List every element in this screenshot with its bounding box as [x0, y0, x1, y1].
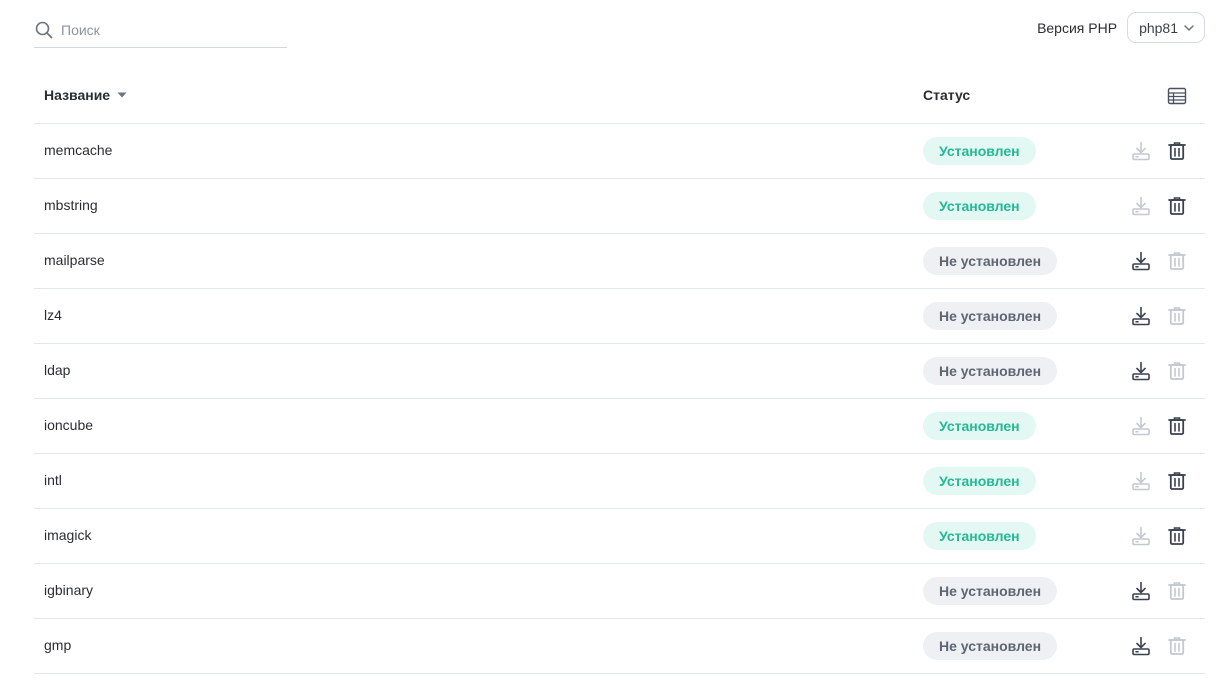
table-row: lz4 Не установлен: [34, 289, 1205, 344]
table-row: mbstring Установлен: [34, 179, 1205, 234]
extensions-table: Название Статус memcache Установлен mbst…: [34, 68, 1205, 674]
install-button[interactable]: [1130, 250, 1152, 272]
trash-icon: [1168, 417, 1186, 435]
trash-icon: [1168, 252, 1186, 270]
table-row: mailparse Не установлен: [34, 234, 1205, 289]
extension-name: intl: [44, 472, 62, 488]
status-badge: Установлен: [923, 412, 1036, 440]
extension-name: lz4: [44, 307, 62, 323]
delete-button[interactable]: [1166, 635, 1188, 657]
status-badge: Установлен: [923, 192, 1036, 220]
extension-name: ioncube: [44, 417, 94, 433]
trash-icon: [1168, 197, 1186, 215]
trash-icon: [1168, 582, 1186, 600]
delete-button[interactable]: [1166, 250, 1188, 272]
chevron-down-icon: [1182, 21, 1196, 35]
table-row: igbinary Не установлен: [34, 564, 1205, 619]
php-version-label: Версия PHP: [1037, 19, 1118, 36]
install-button[interactable]: [1130, 525, 1152, 547]
status-badge: Установлен: [923, 137, 1036, 165]
delete-button[interactable]: [1166, 195, 1188, 217]
column-header-name-label: Название: [44, 87, 111, 103]
delete-button[interactable]: [1166, 360, 1188, 382]
trash-icon: [1168, 527, 1186, 545]
delete-button[interactable]: [1166, 580, 1188, 602]
install-button[interactable]: [1130, 635, 1152, 657]
install-icon: [1132, 361, 1150, 381]
trash-icon: [1168, 362, 1186, 380]
extension-name: gmp: [44, 637, 72, 653]
extension-name: imagick: [44, 527, 92, 543]
table-row: intl Установлен: [34, 454, 1205, 509]
status-badge: Не установлен: [923, 357, 1058, 385]
extension-name: memcache: [44, 142, 113, 158]
search-box[interactable]: [34, 12, 287, 48]
table-row: gmp Не установлен: [34, 619, 1205, 674]
extension-name: igbinary: [44, 582, 94, 598]
install-icon: [1132, 471, 1150, 491]
table-row: ioncube Установлен: [34, 399, 1205, 454]
table-row: ldap Не установлен: [34, 344, 1205, 399]
install-button[interactable]: [1130, 580, 1152, 602]
trash-icon: [1168, 142, 1186, 160]
install-button[interactable]: [1130, 140, 1152, 162]
status-badge: Не установлен: [923, 302, 1058, 330]
table-row: memcache Установлен: [34, 124, 1205, 179]
status-badge: Не установлен: [923, 632, 1058, 660]
install-button[interactable]: [1130, 470, 1152, 492]
status-badge: Не установлен: [923, 247, 1058, 275]
php-version-value: php81: [1139, 19, 1178, 36]
extension-name: mailparse: [44, 252, 105, 268]
trash-icon: [1168, 307, 1186, 325]
status-badge: Установлен: [923, 467, 1036, 495]
status-badge: Установлен: [923, 522, 1036, 550]
install-icon: [1132, 416, 1150, 436]
install-icon: [1132, 581, 1150, 601]
table-header: Название Статус: [34, 68, 1205, 124]
install-button[interactable]: [1130, 305, 1152, 327]
install-button[interactable]: [1130, 195, 1152, 217]
install-icon: [1132, 306, 1150, 326]
search-icon: [34, 20, 54, 40]
trash-icon: [1168, 472, 1186, 490]
table-body: memcache Установлен mbstring Установлен: [34, 124, 1205, 674]
trash-icon: [1168, 637, 1186, 655]
install-icon: [1132, 251, 1150, 271]
extension-name: ldap: [44, 362, 71, 378]
search-input[interactable]: [61, 21, 271, 38]
delete-button[interactable]: [1166, 140, 1188, 162]
delete-button[interactable]: [1166, 415, 1188, 437]
extension-name: mbstring: [44, 197, 98, 213]
install-button[interactable]: [1130, 360, 1152, 382]
php-version-select[interactable]: php81: [1127, 12, 1205, 43]
delete-button[interactable]: [1166, 305, 1188, 327]
delete-button[interactable]: [1166, 525, 1188, 547]
sort-desc-icon: [117, 92, 127, 98]
php-version-control: Версия PHP php81: [1037, 12, 1205, 43]
install-button[interactable]: [1130, 415, 1152, 437]
install-icon: [1132, 526, 1150, 546]
install-icon: [1132, 196, 1150, 216]
table-row: imagick Установлен: [34, 509, 1205, 564]
column-header-status[interactable]: Статус: [923, 87, 970, 103]
table-columns-icon[interactable]: [1167, 87, 1187, 105]
status-badge: Не установлен: [923, 577, 1058, 605]
install-icon: [1132, 636, 1150, 656]
delete-button[interactable]: [1166, 470, 1188, 492]
column-header-name[interactable]: Название: [44, 87, 127, 103]
install-icon: [1132, 141, 1150, 161]
